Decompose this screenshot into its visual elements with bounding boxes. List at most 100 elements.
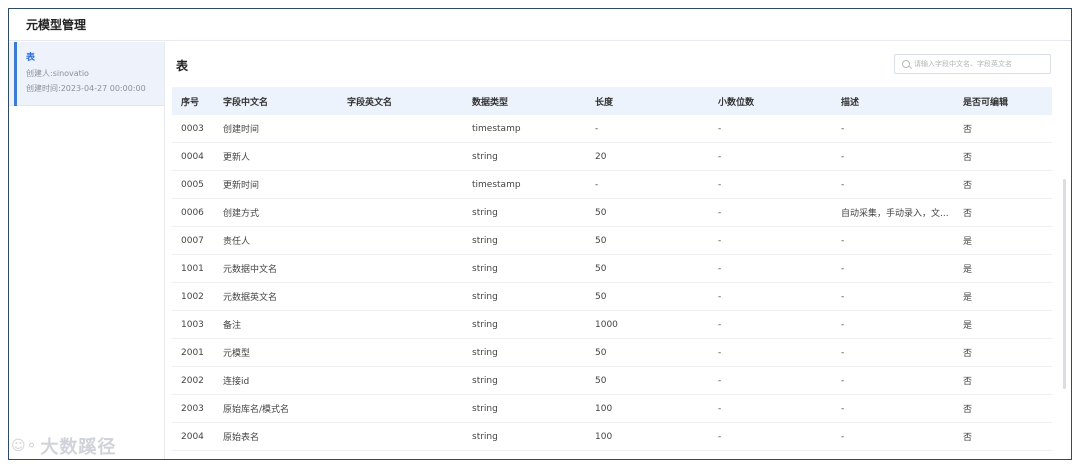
- vertical-scrollbar[interactable]: [1063, 179, 1066, 389]
- sidebar-item-created-at: 创建时间:2023-04-27 00:00:00: [26, 84, 146, 93]
- table-cell: 是: [963, 321, 973, 331]
- table-cell: 20: [595, 151, 607, 162]
- app-frame: 元模型管理 表 创建人:sinovatio 创建时间:2023-04-27 00…: [8, 8, 1072, 460]
- table-row[interactable]: 0004 更新人 string 20 - - 否: [172, 143, 1052, 171]
- column-header: 是否可编辑: [963, 97, 1009, 108]
- table-cell: 100: [595, 431, 613, 442]
- table-cell: -: [718, 235, 722, 246]
- table-cell: -: [841, 375, 845, 386]
- table-cell: 0005: [181, 179, 204, 190]
- column-header: 小数位数: [718, 97, 755, 108]
- column-header: 字段中文名: [223, 97, 269, 108]
- table-cell: -: [718, 207, 722, 218]
- search-icon: [902, 60, 910, 68]
- table-cell: -: [841, 235, 845, 246]
- table-cell: 1001: [181, 263, 204, 274]
- table-cell: 原始库名/模式名: [223, 405, 290, 415]
- column-header: 描述: [841, 97, 860, 108]
- column-header: 序号: [181, 97, 200, 108]
- section-title: 表: [176, 59, 189, 73]
- watermark-text: 大数蹊径: [40, 437, 117, 458]
- table-row[interactable]: 1003 备注 string 1000 - - 是: [172, 311, 1052, 339]
- table-cell: -: [841, 431, 845, 442]
- table-row[interactable]: 1002 元数据英文名 string 50 - - 是: [172, 283, 1052, 311]
- table-row[interactable]: 1001 元数据中文名 string 50 - - 是: [172, 255, 1052, 283]
- sidebar-item-table[interactable]: 表 创建人:sinovatio 创建时间:2023-04-27 00:00:00: [9, 42, 164, 106]
- table-cell: 50: [595, 263, 607, 274]
- table-cell: 更新时间: [223, 181, 260, 191]
- table-cell: -: [841, 403, 845, 414]
- table-row[interactable]: 2003 原始库名/模式名 string 100 - - 否: [172, 395, 1052, 423]
- table-cell: 自动采集，手动录入，文...: [841, 209, 949, 219]
- table-cell: 50: [595, 375, 607, 386]
- table-cell: -: [595, 123, 599, 134]
- table-cell: 创建时间: [223, 125, 260, 135]
- table-cell: 是: [963, 293, 973, 303]
- table-cell: 原始表名: [223, 433, 260, 443]
- table-cell: 100: [595, 403, 613, 414]
- table-cell: 50: [595, 235, 607, 246]
- table-cell: -: [718, 347, 722, 358]
- table-row[interactable]: 2002 连接id string 50 - - 否: [172, 367, 1052, 395]
- table-cell: 否: [963, 181, 973, 191]
- table-cell: -: [841, 291, 845, 302]
- table-cell: 元数据中文名: [223, 265, 278, 275]
- table-row[interactable]: 0003 创建时间 timestamp - - - 否: [172, 115, 1052, 143]
- wechat-icon: ☺⚬: [11, 438, 38, 454]
- search-input[interactable]: [914, 60, 1044, 68]
- table-cell: 否: [963, 433, 973, 443]
- table-cell: -: [718, 375, 722, 386]
- table-cell: -: [841, 263, 845, 274]
- table-cell: -: [718, 291, 722, 302]
- main-panel: 表 序号 字段中文名 字段英文名 数据类型 长度 小数位数 描述 是否可编辑 0003 创建时间…: [166, 42, 1071, 459]
- table-cell: string: [472, 347, 498, 358]
- table-body: 0003 创建时间 timestamp - - - 否 0004 更新人 string 20- - 否 0…: [172, 115, 1052, 451]
- column-header: 数据类型: [472, 97, 509, 108]
- table-cell: -: [841, 319, 845, 330]
- table-row[interactable]: 2001 元模型 string 50 - - 否: [172, 339, 1052, 367]
- table-cell: -: [718, 431, 722, 442]
- table-cell: -: [595, 179, 599, 190]
- table-cell: -: [718, 151, 722, 162]
- table-cell: 0003: [181, 123, 204, 134]
- table-cell: 元模型: [223, 349, 251, 359]
- table-cell: 50: [595, 347, 607, 358]
- table-cell: 1003: [181, 319, 204, 330]
- table-cell: 创建方式: [223, 209, 260, 219]
- table-cell: string: [472, 235, 498, 246]
- table-cell: 是: [963, 237, 973, 247]
- table-cell: string: [472, 151, 498, 162]
- table-cell: 责任人: [223, 237, 251, 247]
- table-cell: -: [718, 263, 722, 274]
- table-cell: 否: [963, 349, 973, 359]
- column-header: 字段英文名: [347, 97, 393, 108]
- table-cell: 否: [963, 209, 973, 219]
- search-box[interactable]: [894, 54, 1051, 74]
- table-cell: 1000: [595, 319, 618, 330]
- table-row[interactable]: 0005 更新时间 timestamp - - - 否: [172, 171, 1052, 199]
- table-row[interactable]: 0006 创建方式 string 50 - 自动采集，手动录入，文... 否: [172, 199, 1052, 227]
- table-cell: 元数据英文名: [223, 293, 278, 303]
- table-cell: 0004: [181, 151, 204, 162]
- table-cell: 2004: [181, 431, 204, 442]
- table-cell: -: [718, 123, 722, 134]
- table-cell: -: [841, 347, 845, 358]
- table-cell: -: [841, 123, 845, 134]
- table-cell: 否: [963, 405, 973, 415]
- table-cell: 1002: [181, 291, 204, 302]
- table-header: 序号 字段中文名 字段英文名 数据类型 长度 小数位数 描述 是否可编辑: [172, 87, 1052, 115]
- table-cell: string: [472, 263, 498, 274]
- table-cell: 2001: [181, 347, 204, 358]
- table-cell: string: [472, 403, 498, 414]
- table-cell: -: [841, 151, 845, 162]
- table-cell: 否: [963, 125, 973, 135]
- table-row[interactable]: 0007 责任人 string 50 - - 是: [172, 227, 1052, 255]
- table-cell: timestamp: [472, 179, 521, 190]
- table-cell: -: [718, 403, 722, 414]
- table-cell: -: [718, 179, 722, 190]
- table-cell: 连接id: [223, 377, 250, 387]
- table-cell: 否: [963, 153, 973, 163]
- table-cell: 0006: [181, 207, 204, 218]
- table-row[interactable]: 2004 原始表名 string 100 - - 否: [172, 423, 1052, 451]
- table-cell: 2003: [181, 403, 204, 414]
